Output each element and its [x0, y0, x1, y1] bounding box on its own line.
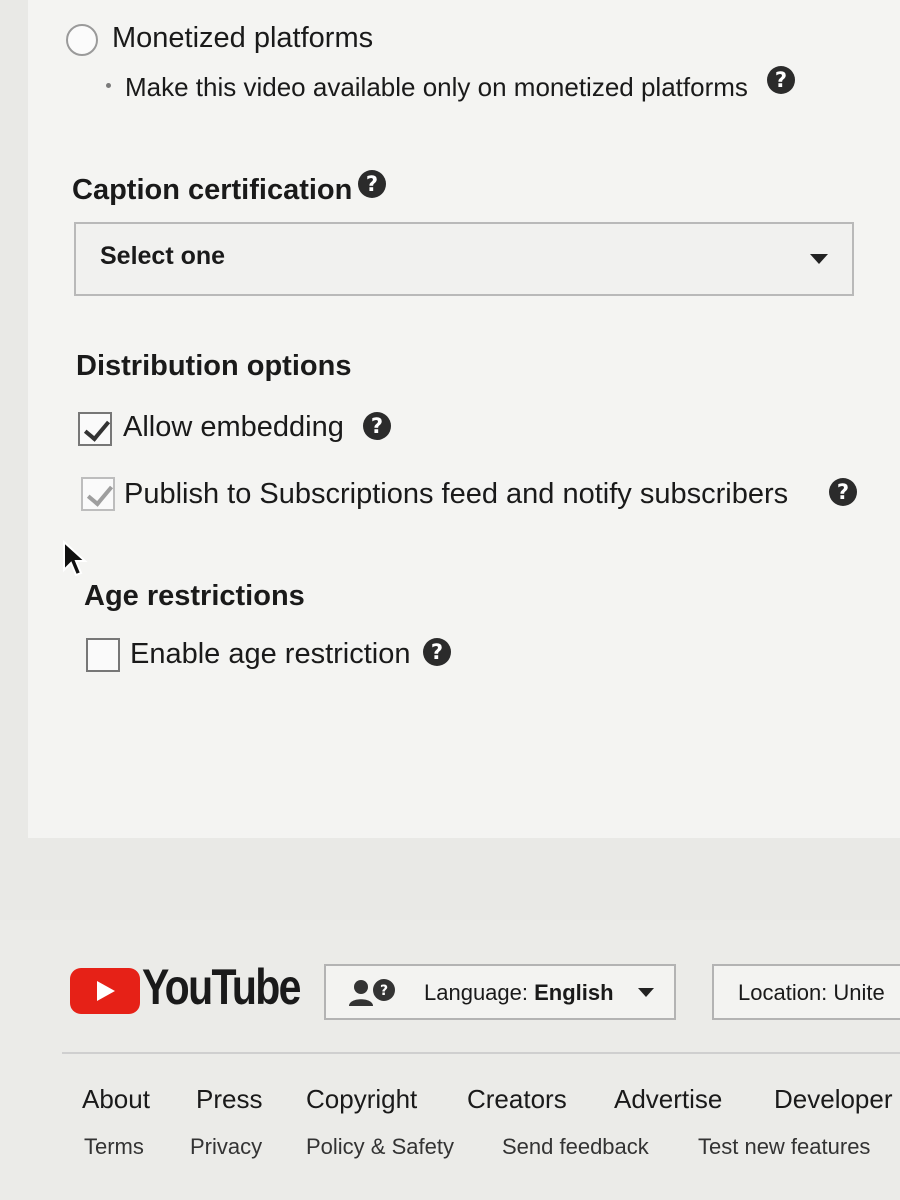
caption-certification-value: Select one [100, 242, 226, 270]
chevron-down-icon [810, 254, 828, 264]
help-icon[interactable]: ? [358, 170, 386, 198]
youtube-logo-icon[interactable] [70, 968, 140, 1014]
footer-link-creators[interactable]: Creators [467, 1084, 567, 1115]
distribution-options-title: Distribution options [76, 350, 352, 382]
footer-link-send-feedback[interactable]: Send feedback [502, 1134, 649, 1160]
age-restriction-checkbox[interactable] [86, 638, 120, 672]
footer-link-terms[interactable]: Terms [84, 1134, 144, 1160]
help-icon[interactable]: ? [363, 412, 391, 440]
help-icon[interactable]: ? [767, 66, 795, 94]
age-restriction-label[interactable]: Enable age restriction [130, 638, 411, 671]
footer-divider [62, 1052, 900, 1054]
caption-certification-select[interactable]: Select one [74, 222, 854, 296]
allow-embedding-checkbox[interactable] [78, 412, 112, 446]
footer-link-test-new-features[interactable]: Test new features [698, 1134, 870, 1160]
footer-link-policy-safety[interactable]: Policy & Safety [306, 1134, 454, 1160]
help-icon[interactable]: ? [423, 638, 451, 666]
publish-subscriptions-checkbox[interactable] [81, 477, 115, 511]
monetized-platforms-radio[interactable] [66, 24, 98, 56]
footer-link-about[interactable]: About [82, 1084, 150, 1115]
location-label: Location: Unite [738, 980, 885, 1005]
language-value: English [534, 980, 614, 1005]
age-restrictions-title: Age restrictions [84, 580, 305, 612]
bullet-icon [106, 83, 111, 88]
svg-text:?: ? [380, 983, 388, 999]
allow-embedding-label[interactable]: Allow embedding [123, 411, 344, 444]
language-label: Language: English [424, 980, 614, 1005]
publish-subscriptions-label[interactable]: Publish to Subscriptions feed and notify… [124, 478, 788, 511]
footer-link-press[interactable]: Press [196, 1084, 262, 1115]
caption-certification-title: Caption certification [72, 174, 353, 206]
footer-link-copyright[interactable]: Copyright [306, 1084, 417, 1115]
footer-link-developers[interactable]: Developer [774, 1084, 893, 1115]
footer-link-advertise[interactable]: Advertise [614, 1084, 722, 1115]
language-select[interactable]: ? Language: English [324, 964, 676, 1020]
mouse-pointer-icon [63, 540, 88, 577]
location-value: Unite [833, 980, 885, 1005]
footer-link-privacy[interactable]: Privacy [190, 1134, 262, 1160]
youtube-wordmark[interactable]: YouTube [142, 958, 301, 1016]
language-icon: ? [349, 979, 395, 1006]
chevron-down-icon [638, 988, 654, 997]
monetized-platforms-description: Make this video available only on moneti… [125, 72, 748, 102]
help-icon[interactable]: ? [829, 478, 857, 506]
monetized-platforms-label[interactable]: Monetized platforms [112, 22, 373, 55]
location-select[interactable]: Location: Unite [712, 964, 900, 1020]
